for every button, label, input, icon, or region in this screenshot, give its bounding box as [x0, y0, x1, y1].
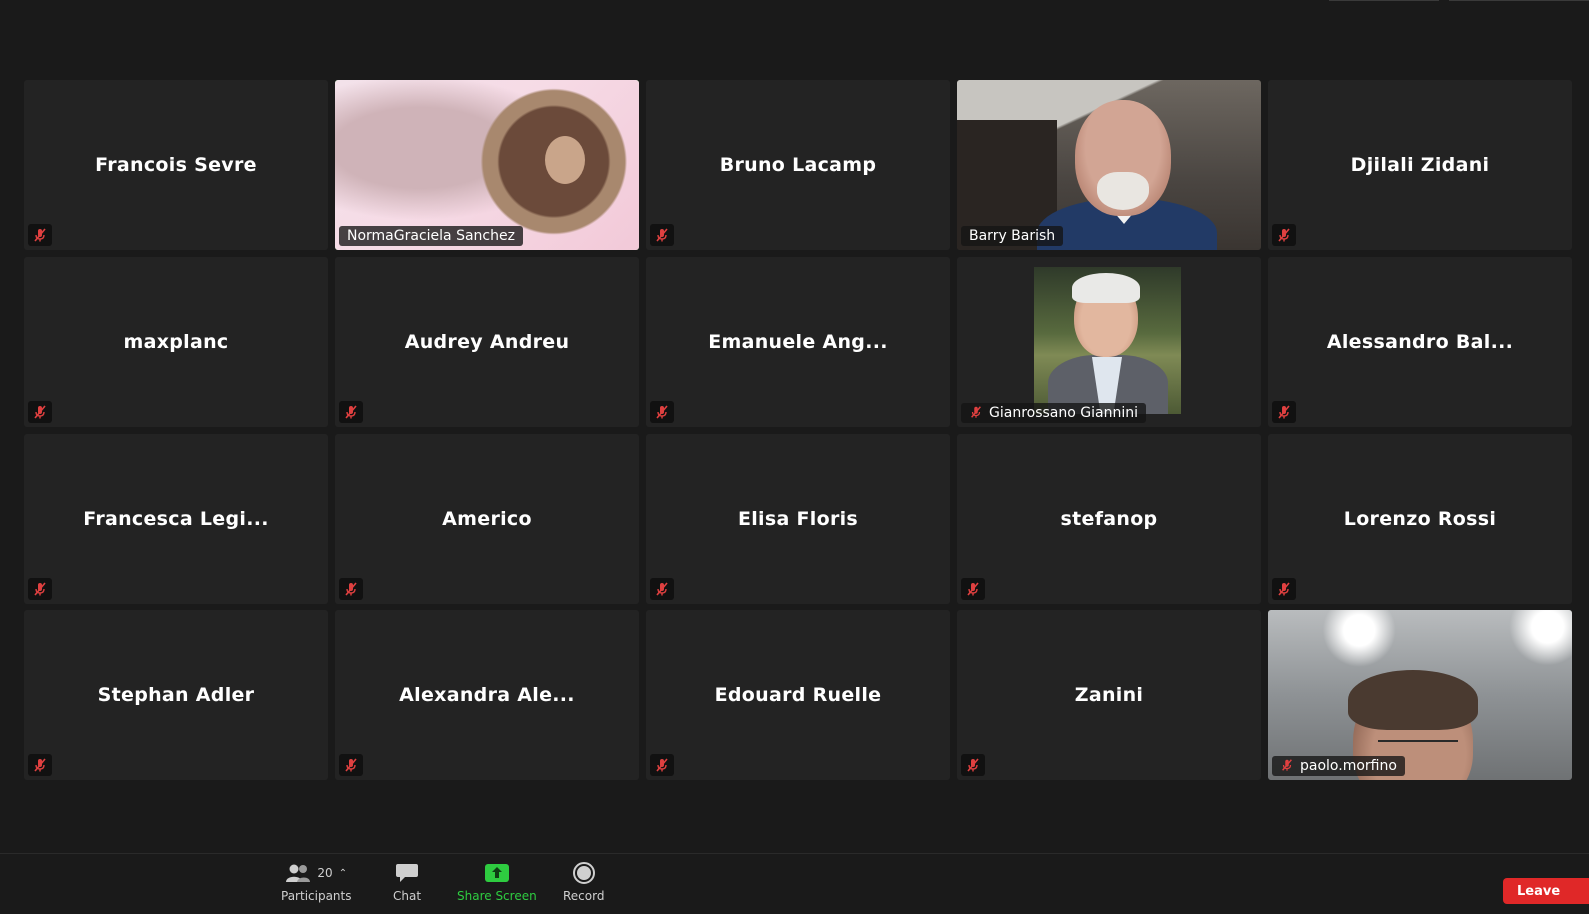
participant-name: Barry Barish	[969, 228, 1056, 244]
share-screen-label: Share Screen	[457, 889, 537, 903]
participant-name: Zanini	[1074, 684, 1144, 706]
chat-label: Chat	[393, 889, 422, 903]
participant-tile[interactable]: Americo	[335, 434, 639, 604]
record-button[interactable]: Record	[563, 860, 604, 903]
record-icon	[572, 862, 595, 884]
mic-muted-icon	[28, 224, 52, 246]
participant-tile[interactable]: Bruno Lacamp	[646, 80, 950, 250]
participant-name: Edouard Ruelle	[714, 684, 882, 706]
participant-tile[interactable]: stefanop	[957, 434, 1261, 604]
share-screen-button[interactable]: Share Screen	[457, 860, 537, 903]
participant-name: Djilali Zidani	[1350, 154, 1490, 176]
participants-count: 20	[317, 866, 333, 880]
participant-tile[interactable]: Lorenzo Rossi	[1268, 434, 1572, 604]
share-screen-icon	[484, 864, 509, 882]
participant-tile[interactable]: Francois Sevre	[24, 80, 328, 250]
chat-button[interactable]: Chat	[393, 860, 421, 903]
mic-muted-icon	[1272, 401, 1296, 423]
mic-muted-icon	[1272, 224, 1296, 246]
participant-name-label: paolo.morfino	[1272, 756, 1405, 776]
mic-muted-icon	[969, 405, 983, 421]
participant-name: Gianrossano Giannini	[989, 405, 1138, 421]
participant-tile[interactable]: Alessandro Bal...	[1268, 257, 1572, 427]
participant-name-label: Gianrossano Giannini	[961, 403, 1146, 423]
participant-tile[interactable]: Barry Barish	[957, 80, 1261, 250]
chat-bubble-icon	[396, 864, 419, 882]
participant-name: Francois Sevre	[95, 154, 257, 176]
participant-tile[interactable]: Emanuele Ang...	[646, 257, 950, 427]
participants-button[interactable]: 20 ⌃ Participants	[281, 860, 352, 903]
meeting-window: Francois Sevre NormaGraciela Sanchez Bruno…	[0, 0, 1589, 914]
mic-muted-icon	[339, 754, 363, 776]
participant-tile[interactable]: Francesca Legi...	[24, 434, 328, 604]
participant-video	[1268, 610, 1572, 780]
mic-muted-icon	[28, 578, 52, 600]
participant-tile[interactable]: Zanini	[957, 610, 1261, 780]
participant-name: Stephan Adler	[97, 684, 255, 706]
participant-tile[interactable]: Alexandra Ale...	[335, 610, 639, 780]
mic-muted-icon	[28, 754, 52, 776]
participants-label: Participants	[281, 889, 352, 903]
participant-name: Lorenzo Rossi	[1343, 508, 1497, 530]
participant-video	[335, 80, 639, 250]
participant-name: NormaGraciela Sanchez	[347, 228, 515, 244]
participant-tile[interactable]: Gianrossano Giannini	[957, 257, 1261, 427]
leave-button[interactable]: Leave	[1503, 878, 1589, 904]
participant-name: Bruno Lacamp	[719, 154, 877, 176]
participant-tile[interactable]: paolo.morfino	[1268, 610, 1572, 780]
participant-name: Alessandro Bal...	[1326, 331, 1514, 353]
participant-name: paolo.morfino	[1300, 758, 1397, 774]
mic-muted-icon	[650, 578, 674, 600]
participant-tile[interactable]: Edouard Ruelle	[646, 610, 950, 780]
mic-muted-icon	[1280, 758, 1294, 774]
participant-name: Francesca Legi...	[83, 508, 269, 530]
mic-muted-icon	[961, 754, 985, 776]
meeting-toolbar: 20 ⌃ Participants Chat Share Screen Reco…	[0, 853, 1589, 914]
participant-name-label: Barry Barish	[961, 226, 1064, 246]
participant-name: Audrey Andreu	[404, 331, 570, 353]
participant-tile[interactable]: Djilali Zidani	[1268, 80, 1572, 250]
mic-muted-icon	[339, 401, 363, 423]
participant-name: Alexandra Ale...	[399, 684, 575, 706]
participant-tile[interactable]: Audrey Andreu	[335, 257, 639, 427]
record-label: Record	[563, 889, 605, 903]
mic-muted-icon	[961, 578, 985, 600]
participant-tile[interactable]: Elisa Floris	[646, 434, 950, 604]
participant-name: maxplanc	[123, 331, 229, 353]
participant-name: Elisa Floris	[737, 508, 859, 530]
participant-name: stefanop	[1060, 508, 1158, 530]
participant-tile[interactable]: maxplanc	[24, 257, 328, 427]
people-icon	[286, 864, 311, 882]
top-decor	[1329, 0, 1589, 2]
participant-video	[957, 80, 1261, 250]
participant-tile[interactable]: Stephan Adler	[24, 610, 328, 780]
chevron-up-icon[interactable]: ⌃	[339, 868, 347, 879]
mic-muted-icon	[650, 401, 674, 423]
mic-muted-icon	[650, 224, 674, 246]
mic-muted-icon	[1272, 578, 1296, 600]
participant-name: Emanuele Ang...	[708, 331, 888, 353]
participant-name-label: NormaGraciela Sanchez	[339, 226, 523, 246]
participant-name: Americo	[442, 508, 532, 530]
participant-video	[1034, 267, 1181, 414]
mic-muted-icon	[650, 754, 674, 776]
mic-muted-icon	[28, 401, 52, 423]
mic-muted-icon	[339, 578, 363, 600]
participant-tile[interactable]: NormaGraciela Sanchez	[335, 80, 639, 250]
